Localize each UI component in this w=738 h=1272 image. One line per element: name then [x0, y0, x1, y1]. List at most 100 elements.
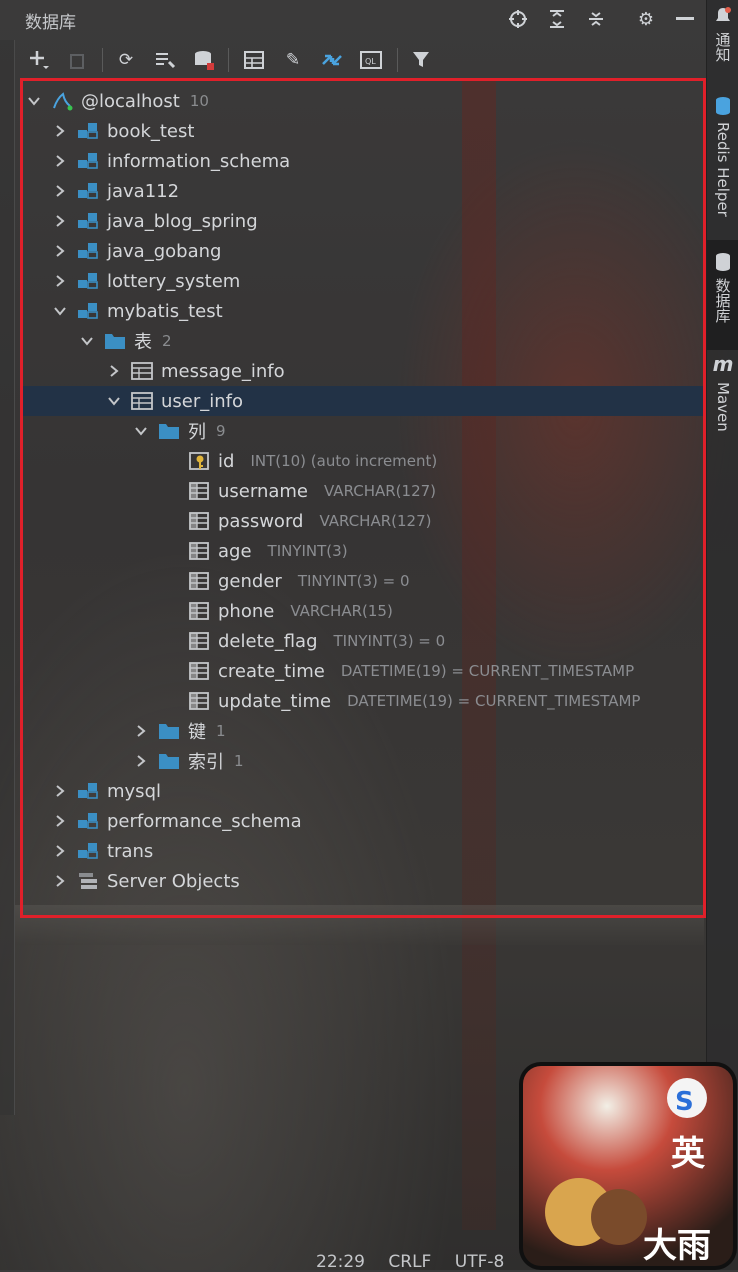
caret-position[interactable]: 22:29 [316, 1252, 365, 1272]
expand-all-icon[interactable] [544, 6, 570, 32]
edit-icon[interactable]: ✎ [280, 47, 306, 73]
tree-node-schema[interactable]: information_schema [23, 146, 703, 176]
collapse-all-icon[interactable] [583, 6, 609, 32]
chevron-right-icon[interactable] [53, 124, 67, 138]
tree-node-schema[interactable]: java_gobang [23, 236, 703, 266]
chevron-right-icon[interactable] [53, 874, 67, 888]
chevron-down-icon[interactable] [107, 394, 121, 408]
tree-node-column[interactable]: password VARCHAR(127) [23, 506, 703, 536]
tree-node-schema[interactable]: book_test [23, 116, 703, 146]
tree-node-keys-folder[interactable]: 键1 [23, 716, 703, 746]
tree-node-schema[interactable]: java_blog_spring [23, 206, 703, 236]
tree-node-label: age [218, 540, 252, 562]
tree-node-label: username [218, 480, 308, 502]
toolbar-separator [228, 48, 229, 72]
chevron-right-icon[interactable] [53, 154, 67, 168]
line-separator[interactable]: CRLF [388, 1252, 431, 1272]
tree-node-column[interactable]: username VARCHAR(127) [23, 476, 703, 506]
tree-node-tables-folder[interactable]: 表2 [23, 326, 703, 356]
chevron-down-icon[interactable] [53, 304, 67, 318]
left-panel-edge [0, 40, 15, 1115]
schema-icon [77, 811, 99, 831]
tree-node-column[interactable]: delete_flag TINYINT(3) = 0 [23, 626, 703, 656]
bell-icon [716, 7, 731, 21]
child-count: 10 [189, 92, 209, 110]
tree-node-index-folder[interactable]: 索引 1 [23, 746, 703, 776]
redis-helper-tab[interactable]: Redis Helper [707, 96, 738, 231]
datasource-properties-icon[interactable] [191, 47, 217, 73]
tree-node-column[interactable]: update_time DATETIME(19) = CURRENT_TIMEST… [23, 686, 703, 716]
tree-node-column[interactable]: phone VARCHAR(15) [23, 596, 703, 626]
maven-tab[interactable]: m Maven [707, 352, 738, 442]
tree-node-table-selected[interactable]: user_info [23, 386, 703, 416]
tree-node-label: book_test [107, 120, 195, 142]
delete-icon[interactable] [64, 47, 90, 73]
tree-node-schema[interactable]: performance_schema [23, 806, 703, 836]
tree-node-label: 索引 [188, 752, 224, 773]
chevron-right-icon[interactable] [53, 784, 67, 798]
chevron-right-icon[interactable] [53, 814, 67, 828]
tree-node-label: 列 [188, 422, 206, 443]
gear-icon[interactable]: ⚙ [633, 6, 659, 32]
column-icon [188, 631, 210, 651]
tree-node-label: java_gobang [107, 240, 222, 262]
jump-to-console-icon[interactable] [319, 47, 345, 73]
database-tree: @localhost 10 book_test information_schema j… [20, 78, 706, 918]
filter-icon[interactable] [408, 47, 434, 73]
column-type: TINYINT(3) [267, 542, 348, 560]
folder-icon [158, 721, 180, 741]
column-icon [188, 571, 210, 591]
chevron-down-icon[interactable] [80, 334, 94, 348]
thumbnail-char: 英 [671, 1134, 705, 1174]
chevron-right-icon[interactable] [53, 844, 67, 858]
tree-node-column[interactable]: gender TINYINT(3) = 0 [23, 566, 703, 596]
chevron-down-icon[interactable] [134, 424, 148, 438]
chevron-right-icon[interactable] [53, 184, 67, 198]
tree-node-host[interactable]: @localhost 10 [23, 86, 703, 116]
chevron-right-icon[interactable] [134, 724, 148, 738]
schema-icon [77, 181, 99, 201]
tree-node-label: performance_schema [107, 810, 302, 832]
database-toolbar: ⟳ ✎ QL [0, 44, 706, 76]
tree-node-server-objects[interactable]: Server Objects [23, 866, 703, 896]
tree-node-column[interactable]: age TINYINT(3) [23, 536, 703, 566]
child-count: 9 [216, 422, 226, 440]
tree-node-label: mysql [107, 780, 161, 802]
tree-node-schema[interactable]: lottery_system [23, 266, 703, 296]
table-view-icon[interactable] [241, 47, 267, 73]
file-encoding[interactable]: UTF-8 [455, 1252, 505, 1272]
tree-node-table[interactable]: message_info [23, 356, 703, 386]
schema-icon [77, 301, 99, 321]
tree-node-schema[interactable]: mysql [23, 776, 703, 806]
child-count: 1 [234, 752, 244, 770]
tree-node-columns-folder[interactable]: 列9 [23, 416, 703, 446]
schema-icon [77, 151, 99, 171]
chevron-right-icon[interactable] [107, 364, 121, 378]
tree-node-schema[interactable]: java112 [23, 176, 703, 206]
tree-node-column[interactable]: create_time DATETIME(19) = CURRENT_TIMEST… [23, 656, 703, 686]
database-tab[interactable]: 数据库 [707, 240, 738, 350]
chevron-right-icon[interactable] [134, 754, 148, 768]
column-type: INT(10) (auto increment) [250, 452, 438, 470]
query-console-icon[interactable]: QL [358, 47, 384, 73]
notifications-tab[interactable]: 通知 [707, 6, 738, 70]
chevron-right-icon[interactable] [53, 274, 67, 288]
tree-node-label: 表 [134, 332, 152, 353]
primary-key-column-icon [188, 451, 210, 471]
schema-settings-icon[interactable] [152, 47, 178, 73]
column-icon [188, 601, 210, 621]
chevron-right-icon[interactable] [53, 244, 67, 258]
tree-node-column[interactable]: id INT(10) (auto increment) [23, 446, 703, 476]
locate-icon[interactable] [505, 6, 531, 32]
tree-node-schema-mybatis[interactable]: mybatis_test [23, 296, 703, 326]
chevron-right-icon[interactable] [53, 214, 67, 228]
refresh-icon[interactable]: ⟳ [113, 47, 139, 73]
minimize-icon[interactable] [672, 6, 698, 32]
tree-node-label: trans [107, 840, 154, 862]
tree-node-schema[interactable]: trans [23, 836, 703, 866]
chevron-down-icon[interactable] [27, 94, 41, 108]
add-icon[interactable] [26, 47, 52, 73]
